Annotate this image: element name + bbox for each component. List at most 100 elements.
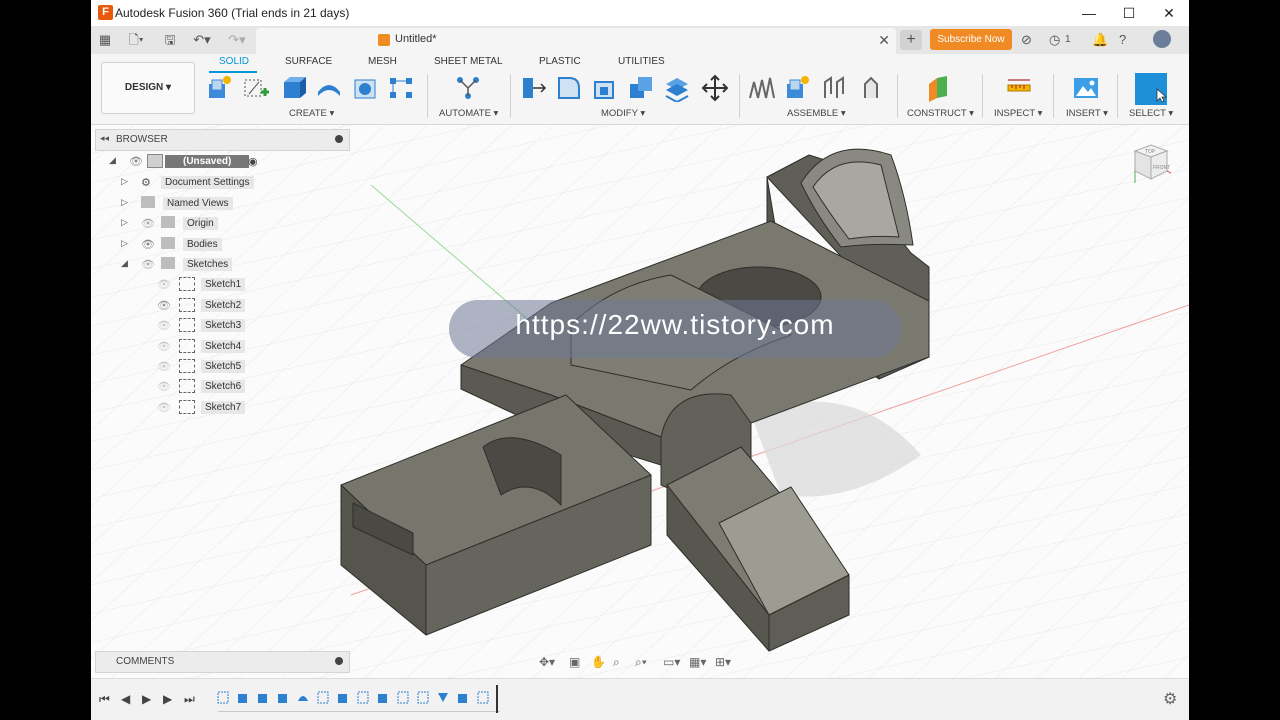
eye-icon[interactable]: 👁 — [141, 238, 155, 251]
eye-hidden-icon[interactable]: 👁 — [157, 401, 171, 414]
tab-utilities[interactable]: UTILITIES — [618, 56, 665, 67]
eye-hidden-icon[interactable]: 👁 — [157, 278, 171, 291]
gear-icon[interactable]: ⚙ — [1163, 689, 1177, 709]
pan-hand-icon[interactable]: ✋ — [591, 655, 606, 669]
eye-hidden-icon[interactable]: 👁 — [157, 380, 171, 393]
avatar-icon[interactable] — [1153, 30, 1171, 48]
tree-item-bodies[interactable]: ▷ 👁 Bodies — [121, 235, 321, 253]
collapse-browser-icon[interactable]: ◂◂ — [100, 133, 109, 144]
as-built-joint-icon[interactable] — [857, 74, 885, 102]
step-back-icon[interactable]: ◀ — [121, 692, 130, 706]
sketch-item[interactable]: 👁 Sketch6 — [157, 377, 257, 395]
timeline-sketch-icon[interactable] — [357, 691, 369, 704]
file-icon[interactable]: 🗋▾ — [124, 31, 148, 49]
design-workspace-button[interactable]: DESIGN ▾ — [101, 62, 195, 114]
tab-surface[interactable]: SURFACE — [285, 56, 332, 67]
sketch-item[interactable]: 👁 Sketch3 — [157, 316, 257, 334]
timeline-extrude-icon[interactable] — [337, 691, 349, 704]
collapse-arrow-icon[interactable]: ◢ — [121, 258, 128, 269]
offset-face-icon[interactable] — [663, 74, 691, 102]
eye-icon[interactable]: 👁 — [129, 155, 143, 168]
redo-icon[interactable]: ↷▾ — [225, 31, 249, 49]
shell-icon[interactable] — [591, 74, 619, 102]
collapse-panel-icon[interactable] — [335, 135, 343, 143]
tree-item-sketches[interactable]: ◢ 👁 Sketches — [121, 255, 321, 273]
timeline-sketch-icon[interactable] — [417, 691, 429, 704]
timeline-extrude-icon[interactable] — [377, 691, 389, 704]
timeline-extrude-icon[interactable] — [257, 691, 269, 704]
maximize-button[interactable]: ☐ — [1109, 0, 1149, 26]
timeline-sketch-icon[interactable] — [477, 691, 489, 704]
new-component-icon[interactable] — [205, 74, 233, 102]
document-tab[interactable]: ✕ — [256, 28, 896, 54]
help-icon[interactable]: ? — [1119, 31, 1126, 49]
eye-hidden-icon[interactable]: 👁 — [157, 319, 171, 332]
combine-icon[interactable] — [627, 74, 655, 102]
clock-icon[interactable]: ◷ — [1049, 31, 1060, 49]
timeline-sketch-icon[interactable] — [317, 691, 329, 704]
canvas-viewport[interactable]: ◂◂ BROWSER ◢ 👁 (Unsaved) ◉ ▷ ⚙ Document … — [91, 125, 1189, 678]
insert-menu[interactable]: INSERT ▾ — [1066, 108, 1108, 119]
bell-icon[interactable]: 🔔 — [1092, 31, 1108, 49]
eye-hidden-icon[interactable]: 👁 — [141, 217, 155, 230]
zoom-window-icon[interactable]: ⌕▾ — [635, 655, 647, 670]
tree-root[interactable]: ◢ 👁 (Unsaved) ◉ — [109, 152, 269, 170]
pattern-icon[interactable] — [387, 74, 415, 102]
assemble-joint-icon[interactable] — [747, 74, 775, 102]
grid-icon[interactable]: ▦ — [97, 31, 113, 49]
revolve-icon[interactable] — [315, 74, 343, 102]
viewports-icon[interactable]: ⊞▾ — [715, 655, 731, 669]
press-pull-icon[interactable] — [519, 74, 547, 102]
joint-icon[interactable] — [821, 74, 849, 102]
eye-hidden-icon[interactable]: 👁 — [141, 258, 155, 271]
viewcube[interactable]: TOP FRONT — [1131, 141, 1171, 185]
timeline-extrude-icon[interactable] — [457, 691, 469, 704]
orbit-icon[interactable]: ✥▾ — [539, 655, 555, 669]
grid-snap-icon[interactable]: ▦▾ — [689, 655, 706, 669]
extrude-icon[interactable] — [279, 74, 307, 102]
timeline-extrude-icon[interactable] — [277, 691, 289, 704]
select-tool-icon[interactable] — [1135, 73, 1168, 105]
tab-solid[interactable]: SOLID — [219, 56, 249, 67]
go-to-start-icon[interactable]: ⏮ — [99, 692, 110, 707]
look-at-icon[interactable]: ▣ — [569, 655, 580, 669]
close-tab-icon[interactable]: ✕ — [878, 32, 890, 49]
automate-icon[interactable] — [454, 74, 482, 102]
minimize-button[interactable]: — — [1069, 0, 1109, 26]
add-comment-icon[interactable] — [335, 657, 343, 665]
sketch-item[interactable]: 👁 Sketch5 — [157, 357, 257, 375]
new-component-assemble-icon[interactable] — [783, 74, 811, 102]
go-to-end-icon[interactable]: ⏭ — [184, 692, 195, 707]
select-menu[interactable]: SELECT ▾ — [1129, 108, 1173, 119]
construct-plane-icon[interactable] — [925, 74, 953, 102]
timeline-extrude-icon[interactable] — [237, 691, 249, 704]
expand-arrow-icon[interactable]: ▷ — [121, 217, 128, 228]
modify-menu[interactable]: MODIFY ▾ — [601, 108, 645, 119]
eye-hidden-icon[interactable]: 👁 — [157, 340, 171, 353]
expand-arrow-icon[interactable]: ▷ — [121, 197, 128, 208]
eye-hidden-icon[interactable]: 👁 — [157, 360, 171, 373]
insert-image-icon[interactable] — [1072, 74, 1100, 102]
timeline-sketch-icon[interactable] — [397, 691, 409, 704]
move-copy-icon[interactable] — [701, 74, 729, 102]
sketch-item[interactable]: 👁 Sketch7 — [157, 398, 257, 416]
tree-item-named-views[interactable]: ▷ Named Views — [121, 194, 321, 212]
measure-icon[interactable] — [1005, 74, 1033, 102]
timeline-hole-icon[interactable] — [437, 691, 449, 704]
construct-menu[interactable]: CONSTRUCT ▾ — [907, 108, 974, 119]
fillet-icon[interactable] — [555, 74, 583, 102]
expand-arrow-icon[interactable]: ▷ — [121, 176, 128, 187]
save-icon[interactable]: 🖫 — [162, 31, 178, 49]
close-window-button[interactable]: ✕ — [1149, 0, 1189, 26]
step-forward-icon[interactable]: ▶ — [163, 692, 172, 706]
hole-icon[interactable] — [351, 74, 379, 102]
automate-menu[interactable]: AUTOMATE ▾ — [439, 108, 498, 119]
tree-item-origin[interactable]: ▷ 👁 Origin — [121, 214, 321, 232]
inspect-menu[interactable]: INSPECT ▾ — [994, 108, 1042, 119]
create-menu[interactable]: CREATE ▾ — [289, 108, 334, 119]
plus-icon[interactable]: + — [900, 30, 922, 50]
sketch-item[interactable]: 👁 Sketch2 — [157, 296, 257, 314]
sketch-item[interactable]: 👁 Sketch1 — [157, 275, 257, 293]
expand-arrow-icon[interactable]: ◢ — [109, 155, 116, 166]
subscribe-button[interactable]: Subscribe Now — [930, 29, 1012, 50]
